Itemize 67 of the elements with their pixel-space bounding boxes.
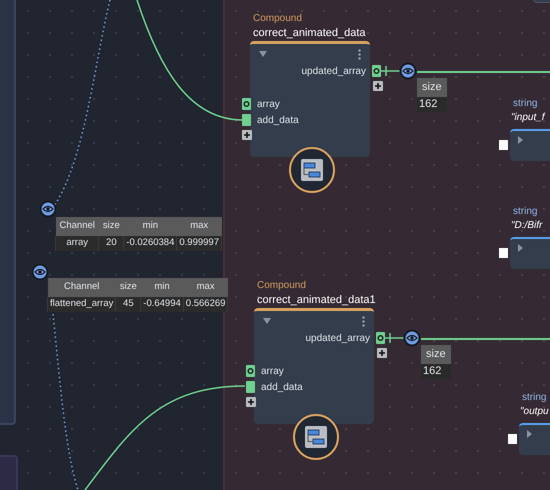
- table-cell: array: [56, 236, 99, 251]
- node-value: "input_f: [511, 111, 545, 125]
- compound-node[interactable]: updated_array array add_data: [254, 308, 374, 424]
- table-cell: flattened_array: [48, 297, 116, 312]
- node-category: string: [513, 205, 538, 219]
- add-port-icon[interactable]: [246, 397, 256, 407]
- node-value: "D:/Bifr: [511, 219, 542, 233]
- connection-stub: [381, 65, 401, 77]
- table-cell: 45: [116, 297, 141, 312]
- table-cell: 162: [421, 364, 451, 379]
- expand-triangle-icon[interactable]: [527, 430, 532, 438]
- table-cell: -0.64994: [140, 297, 184, 312]
- table-header: size: [421, 345, 451, 364]
- column-header: Channel: [56, 217, 99, 236]
- table-header: size: [417, 78, 447, 97]
- column-header: min: [124, 217, 177, 236]
- expand-triangle-icon[interactable]: [518, 244, 523, 252]
- side-panel: [0, 455, 18, 490]
- node-title: correct_animated_data: [253, 26, 366, 41]
- compound-node[interactable]: updated_array array add_data: [250, 41, 370, 157]
- input-port[interactable]: [499, 248, 508, 258]
- watch-eye-icon[interactable]: [403, 329, 421, 347]
- more-options-icon[interactable]: [358, 49, 361, 60]
- column-header: size: [98, 217, 124, 236]
- connection-stub: [385, 332, 405, 344]
- column-header: max: [176, 217, 222, 236]
- input-port[interactable]: [246, 365, 255, 377]
- watch-eye-icon[interactable]: [399, 62, 417, 80]
- add-port-icon[interactable]: [377, 348, 387, 358]
- output-port[interactable]: [376, 332, 385, 344]
- input-port[interactable]: [508, 434, 517, 444]
- node-category: string: [513, 97, 538, 111]
- table-cell: 0.566269: [183, 297, 228, 312]
- output-port[interactable]: [372, 65, 381, 77]
- more-options-icon[interactable]: [362, 316, 365, 327]
- port-label: array: [261, 366, 284, 378]
- column-header: min: [140, 278, 184, 297]
- add-port-icon[interactable]: [373, 81, 383, 91]
- add-port-icon[interactable]: [242, 130, 252, 140]
- compound-icon[interactable]: [305, 426, 327, 448]
- table-cell: 0.999997: [176, 236, 222, 251]
- port-label: add_data: [257, 115, 299, 127]
- port-label: updated_array: [306, 333, 370, 345]
- table-cell: -0.0260384: [124, 236, 177, 251]
- input-port[interactable]: [246, 381, 255, 393]
- port-label: array: [257, 99, 280, 111]
- compound-icon[interactable]: [301, 159, 323, 181]
- collapse-triangle-icon[interactable]: [263, 318, 271, 324]
- port-label: add_data: [261, 382, 303, 394]
- input-port[interactable]: [242, 98, 251, 110]
- port-label: updated_array: [302, 66, 366, 78]
- collapse-triangle-icon[interactable]: [259, 51, 267, 57]
- node-category: string: [522, 391, 546, 405]
- column-header: max: [183, 278, 228, 297]
- node-category: Compound: [253, 12, 302, 26]
- column-header: size: [116, 278, 141, 297]
- watch-eye-icon[interactable]: [39, 200, 57, 218]
- expand-triangle-icon[interactable]: [518, 136, 523, 144]
- node-title: correct_animated_data1: [257, 293, 376, 308]
- watch-eye-icon[interactable]: [31, 263, 49, 281]
- table-cell: 20: [98, 236, 124, 251]
- node-value: "outpu: [520, 405, 549, 419]
- input-port[interactable]: [242, 114, 251, 126]
- column-header: Channel: [48, 278, 116, 297]
- table-cell: 162: [417, 97, 447, 112]
- node-category: Compound: [257, 279, 306, 293]
- input-port[interactable]: [499, 140, 508, 150]
